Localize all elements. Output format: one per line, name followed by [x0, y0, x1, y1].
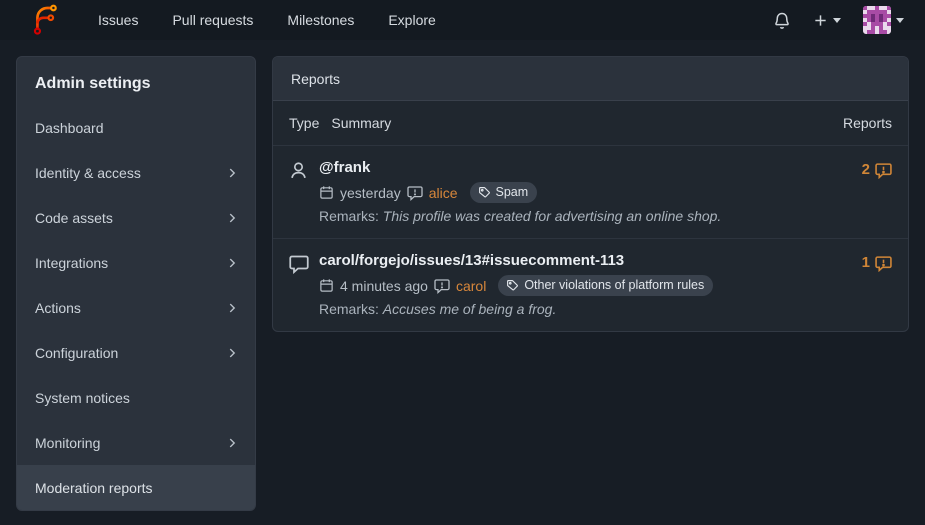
remarks-text: Accuses me of being a frog.: [383, 301, 557, 317]
create-new-dropdown[interactable]: [813, 13, 841, 28]
sidebar-item-system-notices[interactable]: System notices: [17, 375, 255, 420]
remarks-label: Remarks:: [319, 208, 379, 224]
reporter-link[interactable]: alice: [429, 185, 458, 201]
sidebar-item-configuration[interactable]: Configuration: [17, 330, 255, 375]
column-reports: Reports: [843, 115, 892, 131]
report-count-value: 2: [862, 161, 870, 178]
comment-alert-icon: [407, 185, 423, 201]
sidebar-item-label: Identity & access: [35, 165, 141, 181]
chevron-down-icon: [896, 18, 904, 23]
calendar-icon: [319, 185, 334, 200]
report-date: 4 minutes ago: [340, 278, 428, 294]
category-label: Other violations of platform rules: [524, 278, 704, 292]
chevron-right-icon: [225, 346, 239, 360]
category-badge[interactable]: Spam: [470, 182, 538, 203]
sidebar-item-identity-access[interactable]: Identity & access: [17, 150, 255, 195]
reporter-link[interactable]: carol: [456, 278, 486, 294]
report-date: yesterday: [340, 185, 401, 201]
sidebar-item-label: Dashboard: [35, 120, 104, 136]
report-meta: yesterday alice Spam: [319, 182, 862, 203]
report-link[interactable]: carol/forgejo/issues/13#issuecomment-113: [319, 252, 862, 269]
panel-title: Reports: [291, 71, 340, 87]
tag-icon: [506, 279, 519, 292]
report-count[interactable]: 2: [862, 159, 892, 224]
comment-alert-icon: [875, 254, 892, 272]
column-type: Type: [289, 115, 319, 131]
nav-link-milestones[interactable]: Milestones: [287, 12, 354, 28]
user-icon: [289, 159, 319, 224]
primary-nav: Issues Pull requests Milestones Explore: [98, 12, 436, 28]
plus-icon: [813, 13, 828, 28]
sidebar-item-label: Code assets: [35, 210, 113, 226]
sidebar-title: Admin settings: [17, 57, 255, 105]
category-badge[interactable]: Other violations of platform rules: [498, 275, 713, 296]
sidebar-item-actions[interactable]: Actions: [17, 285, 255, 330]
comment-icon: [289, 252, 319, 317]
sidebar-item-label: Moderation reports: [35, 480, 153, 496]
sidebar-item-label: System notices: [35, 390, 130, 406]
chevron-right-icon: [225, 256, 239, 270]
sidebar-item-dashboard[interactable]: Dashboard: [17, 105, 255, 150]
nav-link-pull-requests[interactable]: Pull requests: [172, 12, 253, 28]
remarks-label: Remarks:: [319, 301, 379, 317]
chevron-right-icon: [225, 166, 239, 180]
report-link[interactable]: @frank: [319, 159, 862, 176]
comment-alert-icon: [434, 278, 450, 294]
nav-link-explore[interactable]: Explore: [388, 12, 435, 28]
sidebar-item-integrations[interactable]: Integrations: [17, 240, 255, 285]
comment-alert-icon: [875, 161, 892, 179]
report-remarks: Remarks: Accuses me of being a frog.: [319, 301, 862, 317]
reports-panel: Reports Type Summary Reports @frank: [272, 56, 909, 332]
sidebar-item-moderation-reports[interactable]: Moderation reports: [17, 465, 255, 510]
calendar-icon: [319, 278, 334, 293]
report-summary: @frank yesterday alice: [319, 159, 862, 224]
sidebar-item-label: Integrations: [35, 255, 108, 271]
sidebar-item-label: Monitoring: [35, 435, 100, 451]
report-count-value: 1: [862, 254, 870, 271]
tag-icon: [478, 186, 491, 199]
reports-table-header: Type Summary Reports: [273, 101, 908, 146]
panel-header: Reports: [273, 57, 908, 101]
report-meta: 4 minutes ago carol Other violati: [319, 275, 862, 296]
page-body: Admin settings Dashboard Identity & acce…: [0, 40, 925, 525]
top-navbar: Issues Pull requests Milestones Explore: [0, 0, 925, 40]
chevron-right-icon: [225, 211, 239, 225]
notifications-bell-icon[interactable]: [773, 11, 791, 30]
sidebar-item-label: Configuration: [35, 345, 118, 361]
nav-link-issues[interactable]: Issues: [98, 12, 138, 28]
user-menu-dropdown[interactable]: [863, 6, 904, 34]
sidebar-item-code-assets[interactable]: Code assets: [17, 195, 255, 240]
report-row: carol/forgejo/issues/13#issuecomment-113…: [273, 239, 908, 331]
chevron-right-icon: [225, 436, 239, 450]
column-summary: Summary: [331, 115, 391, 131]
sidebar-item-monitoring[interactable]: Monitoring: [17, 420, 255, 465]
report-remarks: Remarks: This profile was created for ad…: [319, 208, 862, 224]
category-label: Spam: [496, 185, 529, 199]
forgejo-logo-icon[interactable]: [30, 4, 60, 36]
admin-settings-sidebar: Admin settings Dashboard Identity & acce…: [16, 56, 256, 511]
sidebar-item-label: Actions: [35, 300, 81, 316]
chevron-right-icon: [225, 301, 239, 315]
report-row: @frank yesterday alice: [273, 146, 908, 239]
remarks-text: This profile was created for advertising…: [383, 208, 722, 224]
report-summary: carol/forgejo/issues/13#issuecomment-113…: [319, 252, 862, 317]
report-count[interactable]: 1: [862, 252, 892, 317]
navbar-right: [773, 6, 904, 34]
user-avatar: [863, 6, 891, 34]
chevron-down-icon: [833, 18, 841, 23]
